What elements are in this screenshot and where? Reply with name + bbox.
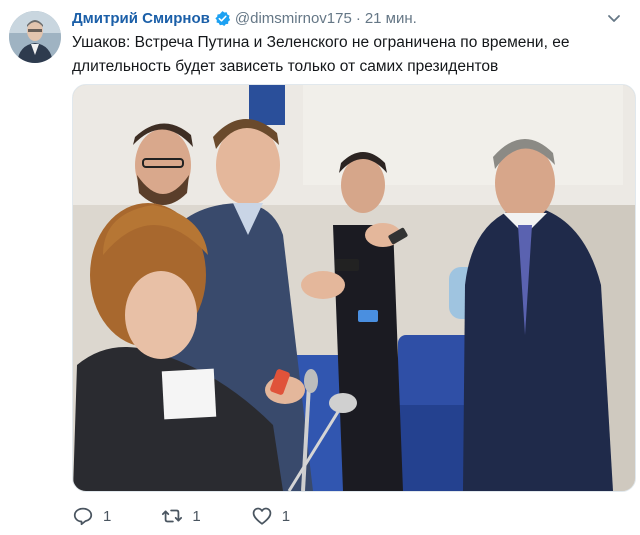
author-name[interactable]: Дмитрий Смирнов <box>72 10 210 27</box>
verified-badge-icon <box>214 10 231 27</box>
chevron-down-icon[interactable] <box>606 10 622 26</box>
retweet-button[interactable]: 1 <box>161 505 201 527</box>
retweet-count: 1 <box>192 507 201 525</box>
tweet-timestamp[interactable]: 21 мин. <box>365 10 417 27</box>
heart-icon <box>252 507 271 525</box>
author-avatar[interactable] <box>9 11 61 63</box>
tweet-photo[interactable] <box>72 84 636 492</box>
separator-dot: · <box>355 9 361 27</box>
author-handle[interactable]: @dimsmirnov175 <box>235 10 352 27</box>
photo-image <box>73 85 635 491</box>
retweet-icon <box>162 509 183 523</box>
reply-icon <box>73 507 93 526</box>
tweet-text: Ушаков: Встреча Путина и Зеленского не о… <box>72 34 570 75</box>
tweet-card: Дмитрий Смирнов @dimsmirnov175 · 21 мин.… <box>0 0 640 535</box>
avatar-photo-icon <box>9 11 61 63</box>
reply-count: 1 <box>103 507 112 525</box>
like-count: 1 <box>281 507 291 525</box>
tweet-actions: 1 1 1 <box>72 503 340 529</box>
tweet-header: Дмитрий Смирнов @dimsmirnov175 · 21 мин. <box>72 8 417 28</box>
reply-button[interactable]: 1 <box>72 505 111 527</box>
like-button[interactable]: 1 <box>251 505 290 527</box>
